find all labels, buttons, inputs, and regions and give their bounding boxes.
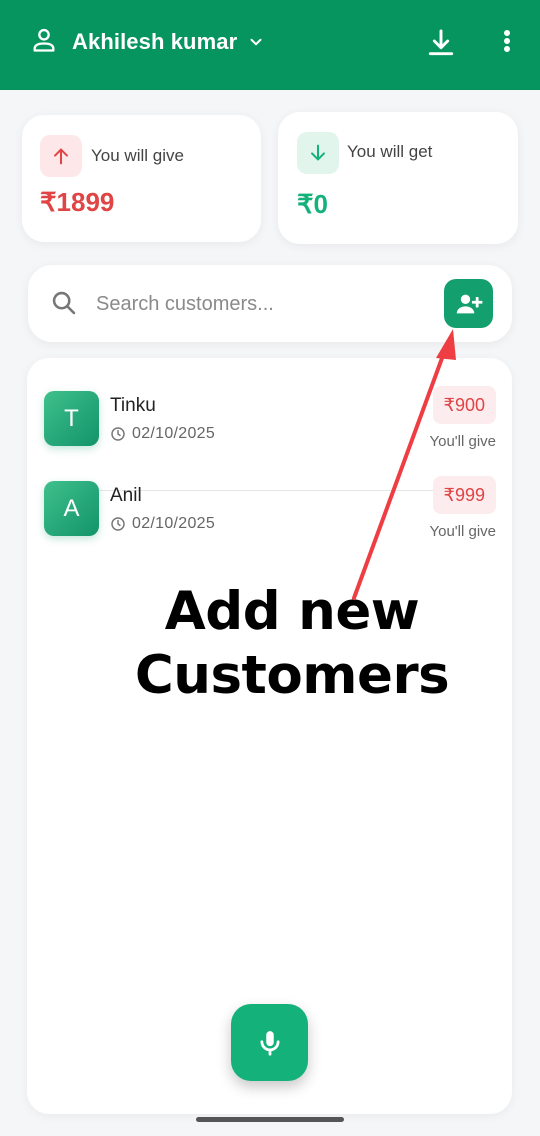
give-label: You will give [91, 146, 184, 165]
user-name: Akhilesh kumar [72, 29, 238, 54]
voice-input-button[interactable] [231, 1004, 308, 1081]
you-will-give-card[interactable]: You will give ₹1899 [22, 115, 261, 242]
get-label: You will get [347, 142, 433, 161]
search-bar [28, 265, 512, 342]
customer-date-row: 02/10/2025 [110, 515, 215, 533]
you-will-get-card[interactable]: You will get ₹0 [278, 112, 518, 244]
customer-date-row: 02/10/2025 [110, 425, 215, 443]
clock-icon [111, 427, 125, 441]
customer-name: Tinku [110, 395, 156, 416]
customer-row[interactable]: A Anil 02/10/2025 ₹999 You'll give [27, 475, 512, 565]
customer-name: Anil [110, 485, 142, 506]
customer-date: 02/10/2025 [132, 515, 216, 532]
search-icon [50, 289, 78, 322]
person-outline-icon [30, 26, 58, 59]
give-amount: ₹1899 [40, 187, 115, 217]
more-options-button[interactable] [496, 27, 518, 59]
add-customer-button[interactable] [444, 279, 493, 328]
person-add-icon [456, 294, 482, 313]
customer-list: T Tinku 02/10/2025 ₹900 You'll give A An… [27, 358, 512, 1114]
home-indicator[interactable] [196, 1117, 344, 1122]
amount-badge: ₹900 [432, 386, 496, 424]
get-amount: ₹0 [297, 189, 329, 219]
download-button[interactable] [425, 27, 457, 59]
clock-icon [111, 517, 125, 531]
avatar: A [44, 481, 99, 536]
annotation-line-1: Add new [164, 581, 420, 642]
user-switcher[interactable]: Akhilesh kumar [30, 26, 265, 58]
amount-note: You'll give [429, 433, 496, 450]
chevron-down-icon [247, 33, 265, 51]
microphone-icon [260, 1030, 279, 1056]
customer-date: 02/10/2025 [132, 425, 216, 442]
avatar: T [44, 391, 99, 446]
search-input[interactable] [96, 285, 426, 323]
customer-row[interactable]: T Tinku 02/10/2025 ₹900 You'll give [27, 385, 512, 491]
amount-badge: ₹999 [432, 476, 496, 514]
more-vertical-icon [504, 30, 510, 52]
download-icon [428, 29, 454, 56]
arrow-down-icon [297, 132, 339, 174]
arrow-up-icon [40, 135, 82, 177]
annotation-text: Add new Customers [0, 580, 540, 708]
annotation-line-2: Customers [134, 645, 450, 706]
app-header: Akhilesh kumar [0, 0, 540, 90]
amount-note: You'll give [429, 523, 496, 540]
